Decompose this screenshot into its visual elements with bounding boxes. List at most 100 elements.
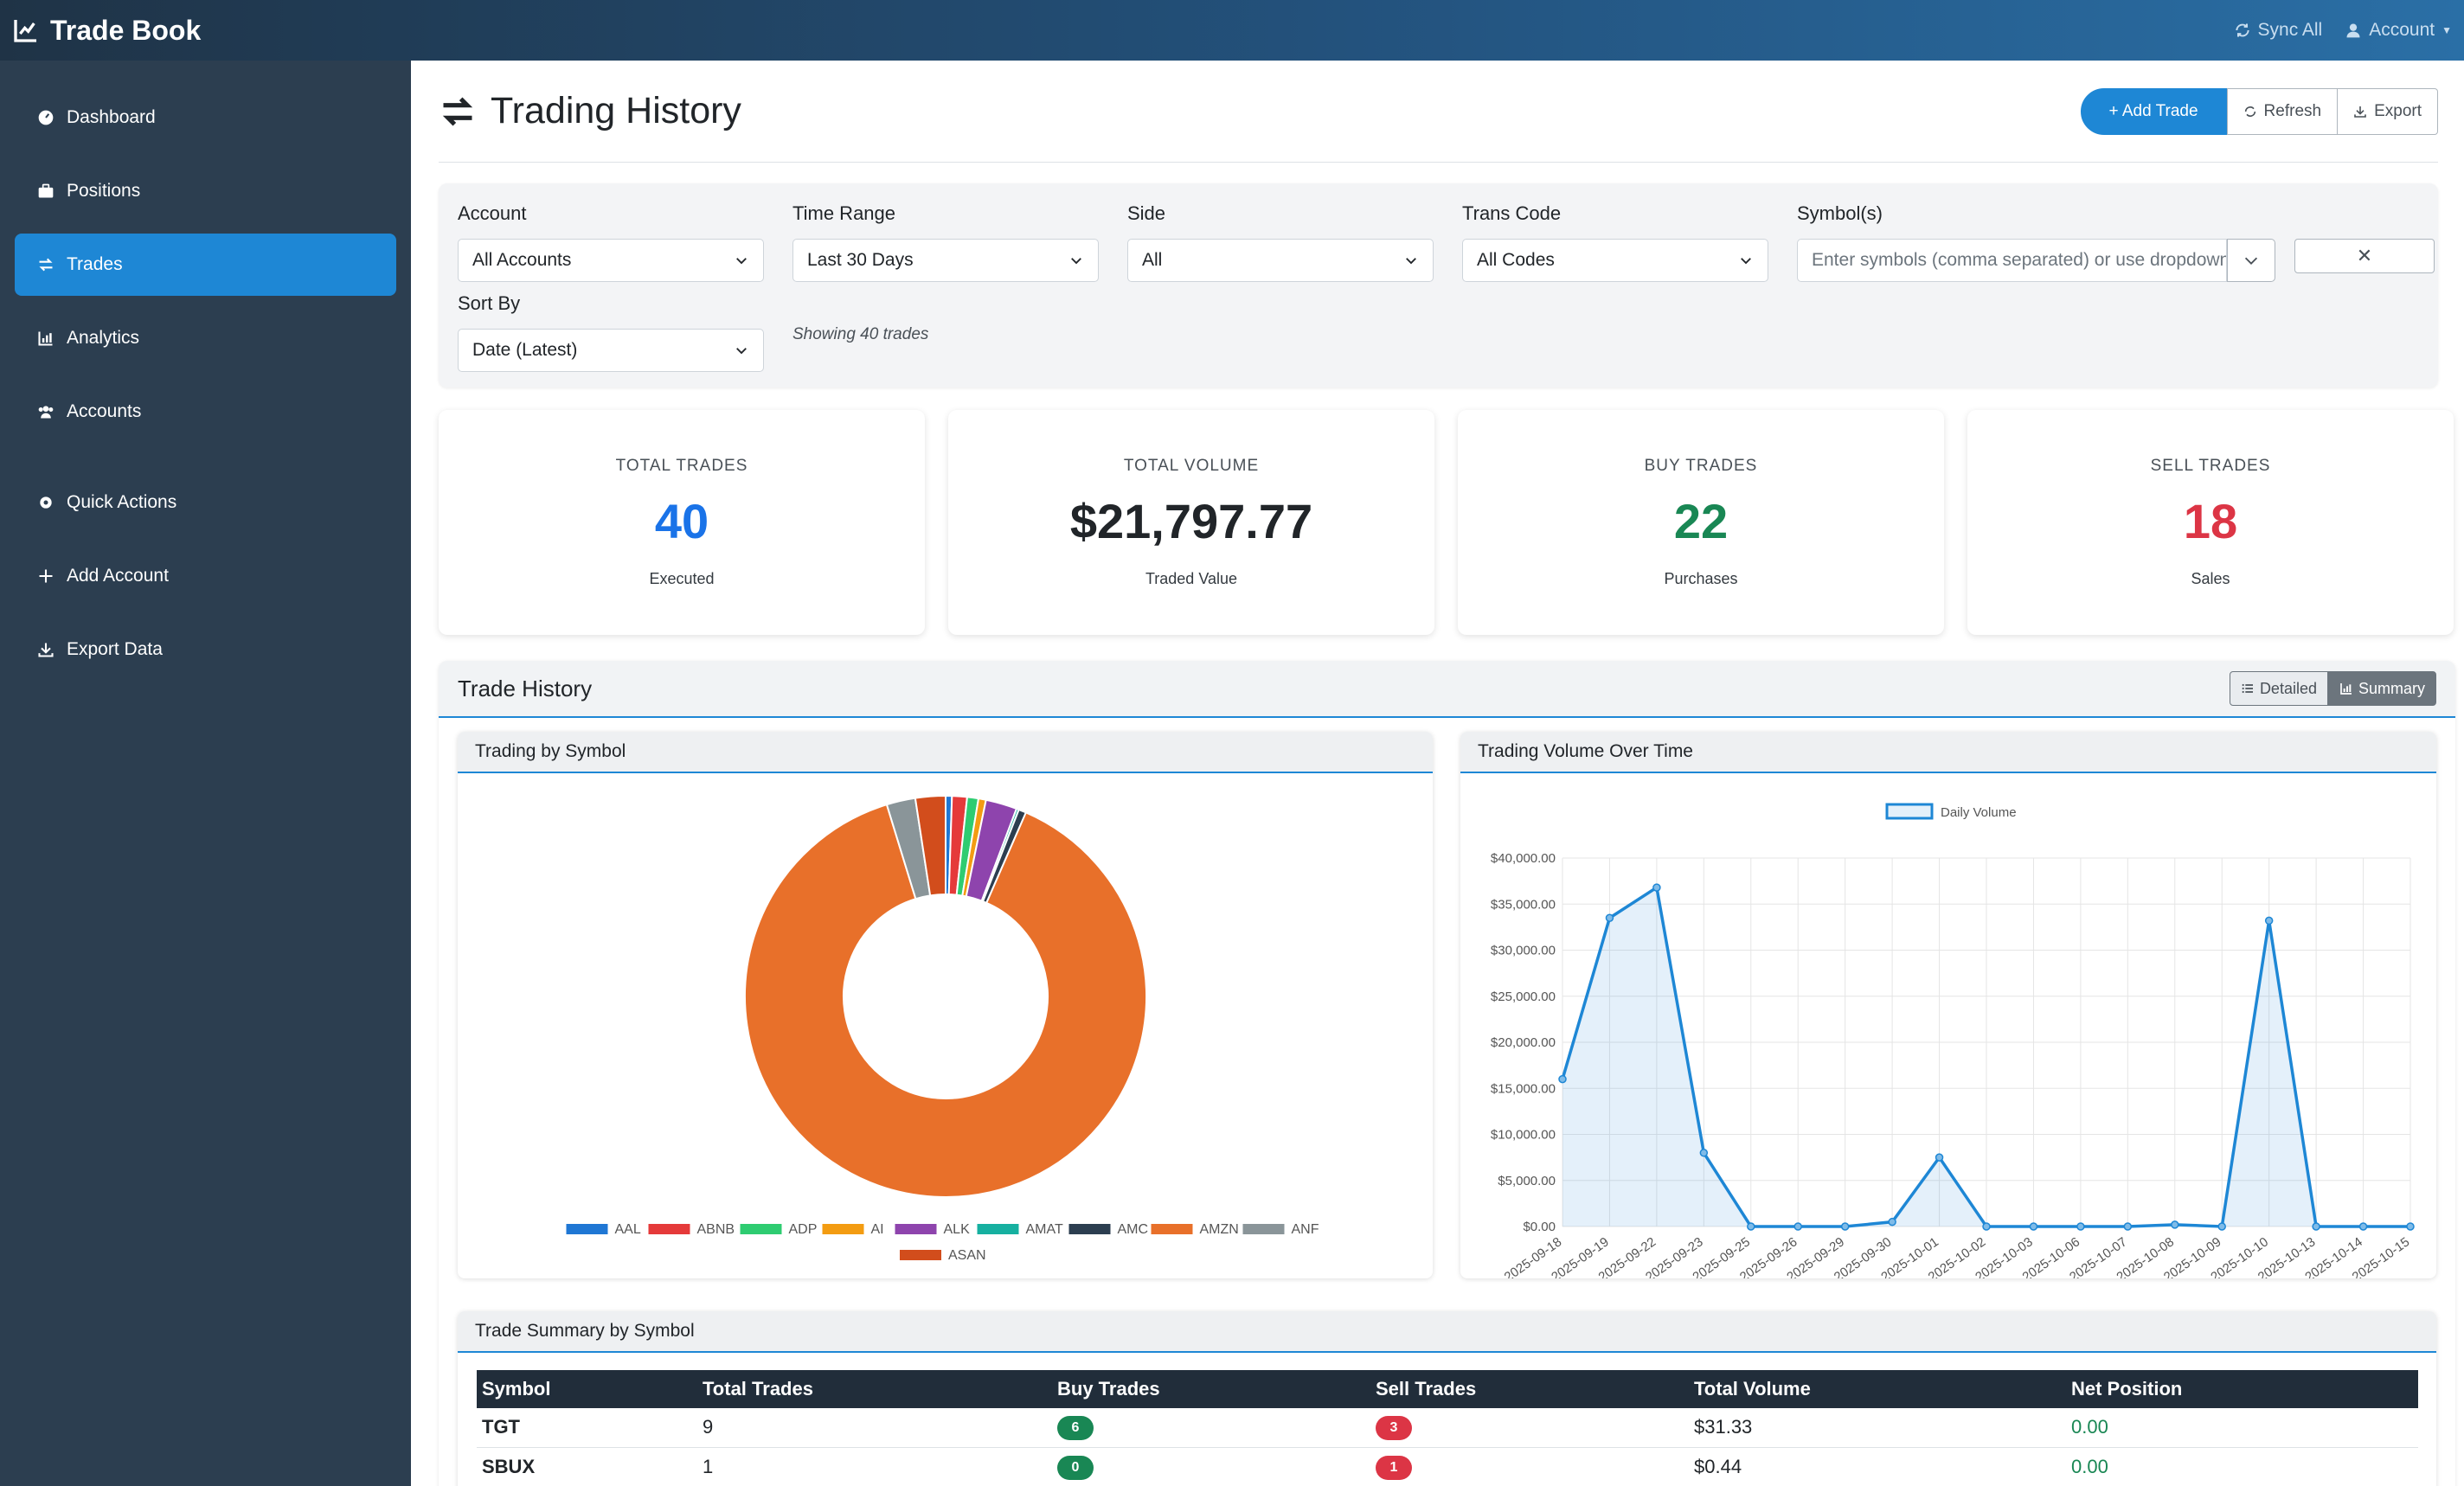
sidebar-item-export-data[interactable]: Export Data bbox=[15, 618, 396, 681]
legend-swatch[interactable] bbox=[566, 1224, 608, 1234]
legend-swatch[interactable] bbox=[900, 1250, 941, 1260]
sync-all-button[interactable]: Sync All bbox=[2234, 20, 2322, 41]
legend-label[interactable]: AMC bbox=[1118, 1222, 1149, 1237]
top-navbar: Trade Book Sync All Account ▼ bbox=[0, 0, 2464, 61]
trans-code-select[interactable]: All Codes bbox=[1462, 239, 1768, 282]
sell-count-badge: 3 bbox=[1376, 1416, 1412, 1441]
data-point[interactable] bbox=[1605, 913, 1614, 922]
time-range-select[interactable]: Last 30 Days bbox=[792, 239, 1099, 282]
account-select-value: All Accounts bbox=[472, 250, 572, 270]
data-point[interactable] bbox=[1793, 1222, 1802, 1231]
legend-swatch[interactable] bbox=[648, 1224, 690, 1234]
total-trades-cell: 9 bbox=[697, 1408, 1052, 1448]
y-tick-label: $25,000.00 bbox=[1491, 990, 1556, 1004]
legend-swatch[interactable] bbox=[740, 1224, 782, 1234]
y-tick-label: $5,000.00 bbox=[1498, 1174, 1556, 1188]
time-range-label: Time Range bbox=[792, 202, 896, 224]
side-filter: Side All bbox=[1127, 202, 1434, 282]
legend-label[interactable]: ANF bbox=[1292, 1222, 1319, 1237]
data-point[interactable] bbox=[2217, 1222, 2226, 1231]
legend-label[interactable]: ALK bbox=[944, 1222, 971, 1237]
y-tick-label: $0.00 bbox=[1523, 1220, 1556, 1234]
col-sell-trades[interactable]: Sell Trades bbox=[1370, 1370, 1689, 1408]
data-point[interactable] bbox=[2264, 916, 2274, 926]
legend-label[interactable]: ADP bbox=[789, 1222, 818, 1237]
sidebar-item-dashboard[interactable]: Dashboard bbox=[15, 86, 396, 149]
col-net-position[interactable]: Net Position bbox=[2066, 1370, 2418, 1408]
legend-swatch[interactable] bbox=[1068, 1224, 1111, 1234]
y-tick-label: $30,000.00 bbox=[1491, 944, 1556, 958]
data-point[interactable] bbox=[2029, 1222, 2038, 1231]
data-point[interactable] bbox=[2358, 1222, 2368, 1231]
symbols-input[interactable]: Enter symbols (comma separated) or use d… bbox=[1797, 239, 2227, 282]
app-brand[interactable]: Trade Book bbox=[12, 15, 201, 47]
refresh-button[interactable]: Refresh bbox=[2226, 87, 2339, 135]
data-point[interactable] bbox=[1888, 1217, 1896, 1227]
legend-swatch[interactable] bbox=[1885, 803, 1934, 820]
legend-swatch[interactable] bbox=[895, 1224, 937, 1234]
line-chart-icon bbox=[14, 20, 36, 42]
download-icon bbox=[2354, 106, 2366, 118]
account-filter-label: Account bbox=[458, 202, 527, 224]
legend-label[interactable]: ASAN bbox=[948, 1248, 986, 1263]
volume-chart-panel: Trading Volume Over Time $0.00 $5,000.00 $… bbox=[1460, 732, 2436, 1284]
filters-panel: Account All Accounts Time Range Last 30 … bbox=[439, 183, 2438, 388]
data-point[interactable] bbox=[2171, 1220, 2179, 1229]
legend-swatch[interactable] bbox=[977, 1224, 1019, 1234]
add-trade-button[interactable]: + Add Trade bbox=[2080, 87, 2227, 135]
legend-label[interactable]: Daily Volume bbox=[1941, 805, 2017, 820]
data-point[interactable] bbox=[1935, 1153, 1944, 1162]
side-label: Side bbox=[1127, 202, 1166, 224]
data-point[interactable] bbox=[1840, 1222, 1850, 1231]
col-total-trades[interactable]: Total Trades bbox=[697, 1370, 1052, 1408]
chevron-down-icon bbox=[2244, 257, 2258, 265]
time-range-filter: Time Range Last 30 Days bbox=[792, 202, 1099, 282]
y-tick-label: $20,000.00 bbox=[1491, 1035, 1556, 1050]
summary-view-button[interactable]: Summary bbox=[2327, 671, 2436, 706]
account-select[interactable]: All Accounts bbox=[458, 239, 764, 282]
clear-filters-button[interactable]: ✕ bbox=[2294, 239, 2435, 273]
legend-label[interactable]: AMZN bbox=[1200, 1222, 1239, 1237]
symbol-cell: TGT bbox=[477, 1408, 697, 1448]
data-point[interactable] bbox=[1747, 1222, 1755, 1231]
data-point[interactable] bbox=[1558, 1074, 1567, 1084]
table-row[interactable]: TGT 9 6 3 $31.33 0.00 bbox=[477, 1408, 2418, 1448]
buy-trades-cell: 6 bbox=[1052, 1408, 1370, 1448]
sidebar-item-accounts[interactable]: Accounts bbox=[15, 381, 396, 443]
time-range-value: Last 30 Days bbox=[807, 250, 914, 270]
legend-label[interactable]: AAL bbox=[615, 1222, 641, 1237]
data-point[interactable] bbox=[1652, 883, 1661, 892]
legend-swatch[interactable] bbox=[822, 1224, 864, 1234]
sidebar-item-add-account[interactable]: Add Account bbox=[15, 545, 396, 607]
side-select[interactable]: All bbox=[1127, 239, 1434, 282]
data-point[interactable] bbox=[2312, 1222, 2320, 1231]
data-point[interactable] bbox=[1699, 1149, 1709, 1157]
col-total-volume[interactable]: Total Volume bbox=[1689, 1370, 2066, 1408]
table-row[interactable]: SBUX 1 0 1 $0.44 0.00 bbox=[477, 1447, 2418, 1486]
net-position-cell: 0.00 bbox=[2066, 1408, 2418, 1448]
sell-trades-cell: 3 bbox=[1370, 1408, 1689, 1448]
export-button[interactable]: Export bbox=[2338, 87, 2438, 135]
sort-by-select[interactable]: Date (Latest) bbox=[458, 329, 764, 372]
chevron-down-icon bbox=[736, 348, 747, 355]
data-point[interactable] bbox=[2076, 1222, 2085, 1231]
account-menu[interactable]: Account ▼ bbox=[2345, 20, 2452, 41]
symbols-dropdown-button[interactable] bbox=[2227, 239, 2275, 282]
data-point[interactable] bbox=[2123, 1222, 2133, 1231]
legend-label[interactable]: AMAT bbox=[1026, 1222, 1063, 1237]
page-header: Trading History + Add Trade Refresh Expo… bbox=[439, 61, 2438, 163]
data-point[interactable] bbox=[1982, 1222, 1991, 1231]
legend-label[interactable]: AI bbox=[871, 1222, 884, 1237]
detailed-view-button[interactable]: Detailed bbox=[2229, 671, 2328, 706]
legend-swatch[interactable] bbox=[1151, 1224, 1193, 1234]
legend-label[interactable]: ABNB bbox=[697, 1222, 735, 1237]
sidebar-item-positions[interactable]: Positions bbox=[15, 160, 396, 222]
data-point[interactable] bbox=[2406, 1222, 2415, 1231]
sidebar-item-trades[interactable]: Trades bbox=[15, 234, 396, 296]
sidebar-item-quick-actions[interactable]: Quick Actions bbox=[15, 471, 396, 534]
col-symbol[interactable]: Symbol bbox=[477, 1370, 697, 1408]
sidebar-item-analytics[interactable]: Analytics bbox=[15, 307, 396, 369]
sync-icon bbox=[2244, 106, 2255, 117]
col-buy-trades[interactable]: Buy Trades bbox=[1052, 1370, 1370, 1408]
legend-swatch[interactable] bbox=[1242, 1224, 1285, 1234]
